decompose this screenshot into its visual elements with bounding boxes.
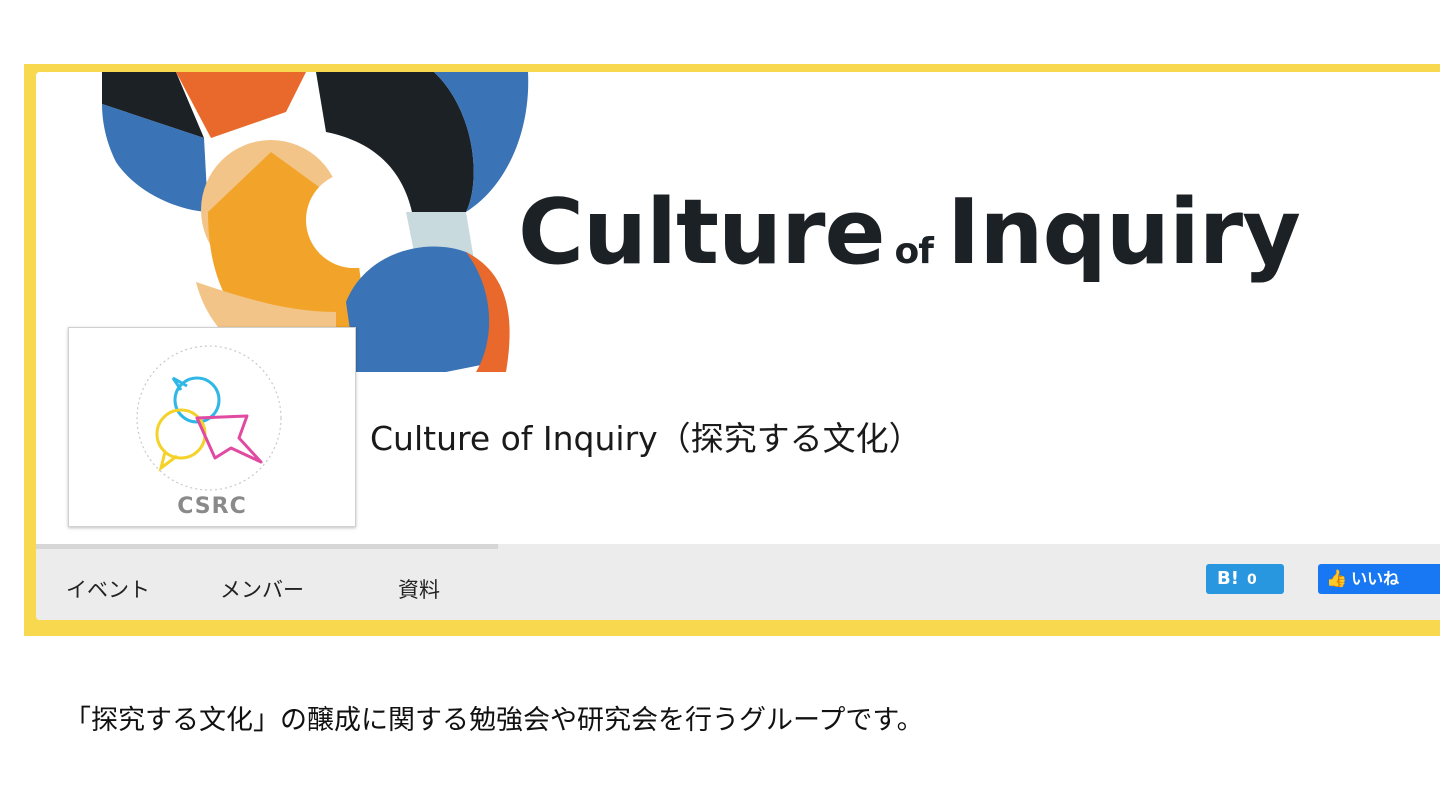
group-title: Culture of Inquiry（探究する文化） [370,419,922,458]
logo-abbreviation: CSRC [177,494,247,519]
hatena-count: 0 [1246,572,1257,588]
tab-events[interactable]: イベント [66,574,150,604]
group-nav: イベント メンバー 資料 B! 0 👍 いいね [36,544,1440,620]
tab-materials[interactable]: 資料 [398,574,440,604]
hatena-label: B! [1217,568,1239,589]
cover-word-of: of [894,231,934,272]
nav-active-indicator [36,544,498,549]
group-header-card: Culture of Inquiry CSRC Culture of Inquiry… [36,72,1440,620]
group-description: 「探究する文化」の醸成に関する勉強会や研究会を行うグループです。 [64,705,924,736]
facebook-like-button[interactable]: 👍 いいね [1318,564,1440,594]
thumbs-up-icon: 👍 [1326,569,1348,589]
cover-word-main: Culture [518,180,885,285]
cover-wordmark: Culture of Inquiry [518,180,1301,285]
hatena-bookmark-button[interactable]: B! 0 [1206,564,1284,594]
tab-members[interactable]: メンバー [220,574,304,604]
cover-word-second: Inquiry [946,180,1301,285]
group-avatar[interactable]: CSRC [68,327,356,527]
facebook-like-label: いいね [1351,569,1400,588]
